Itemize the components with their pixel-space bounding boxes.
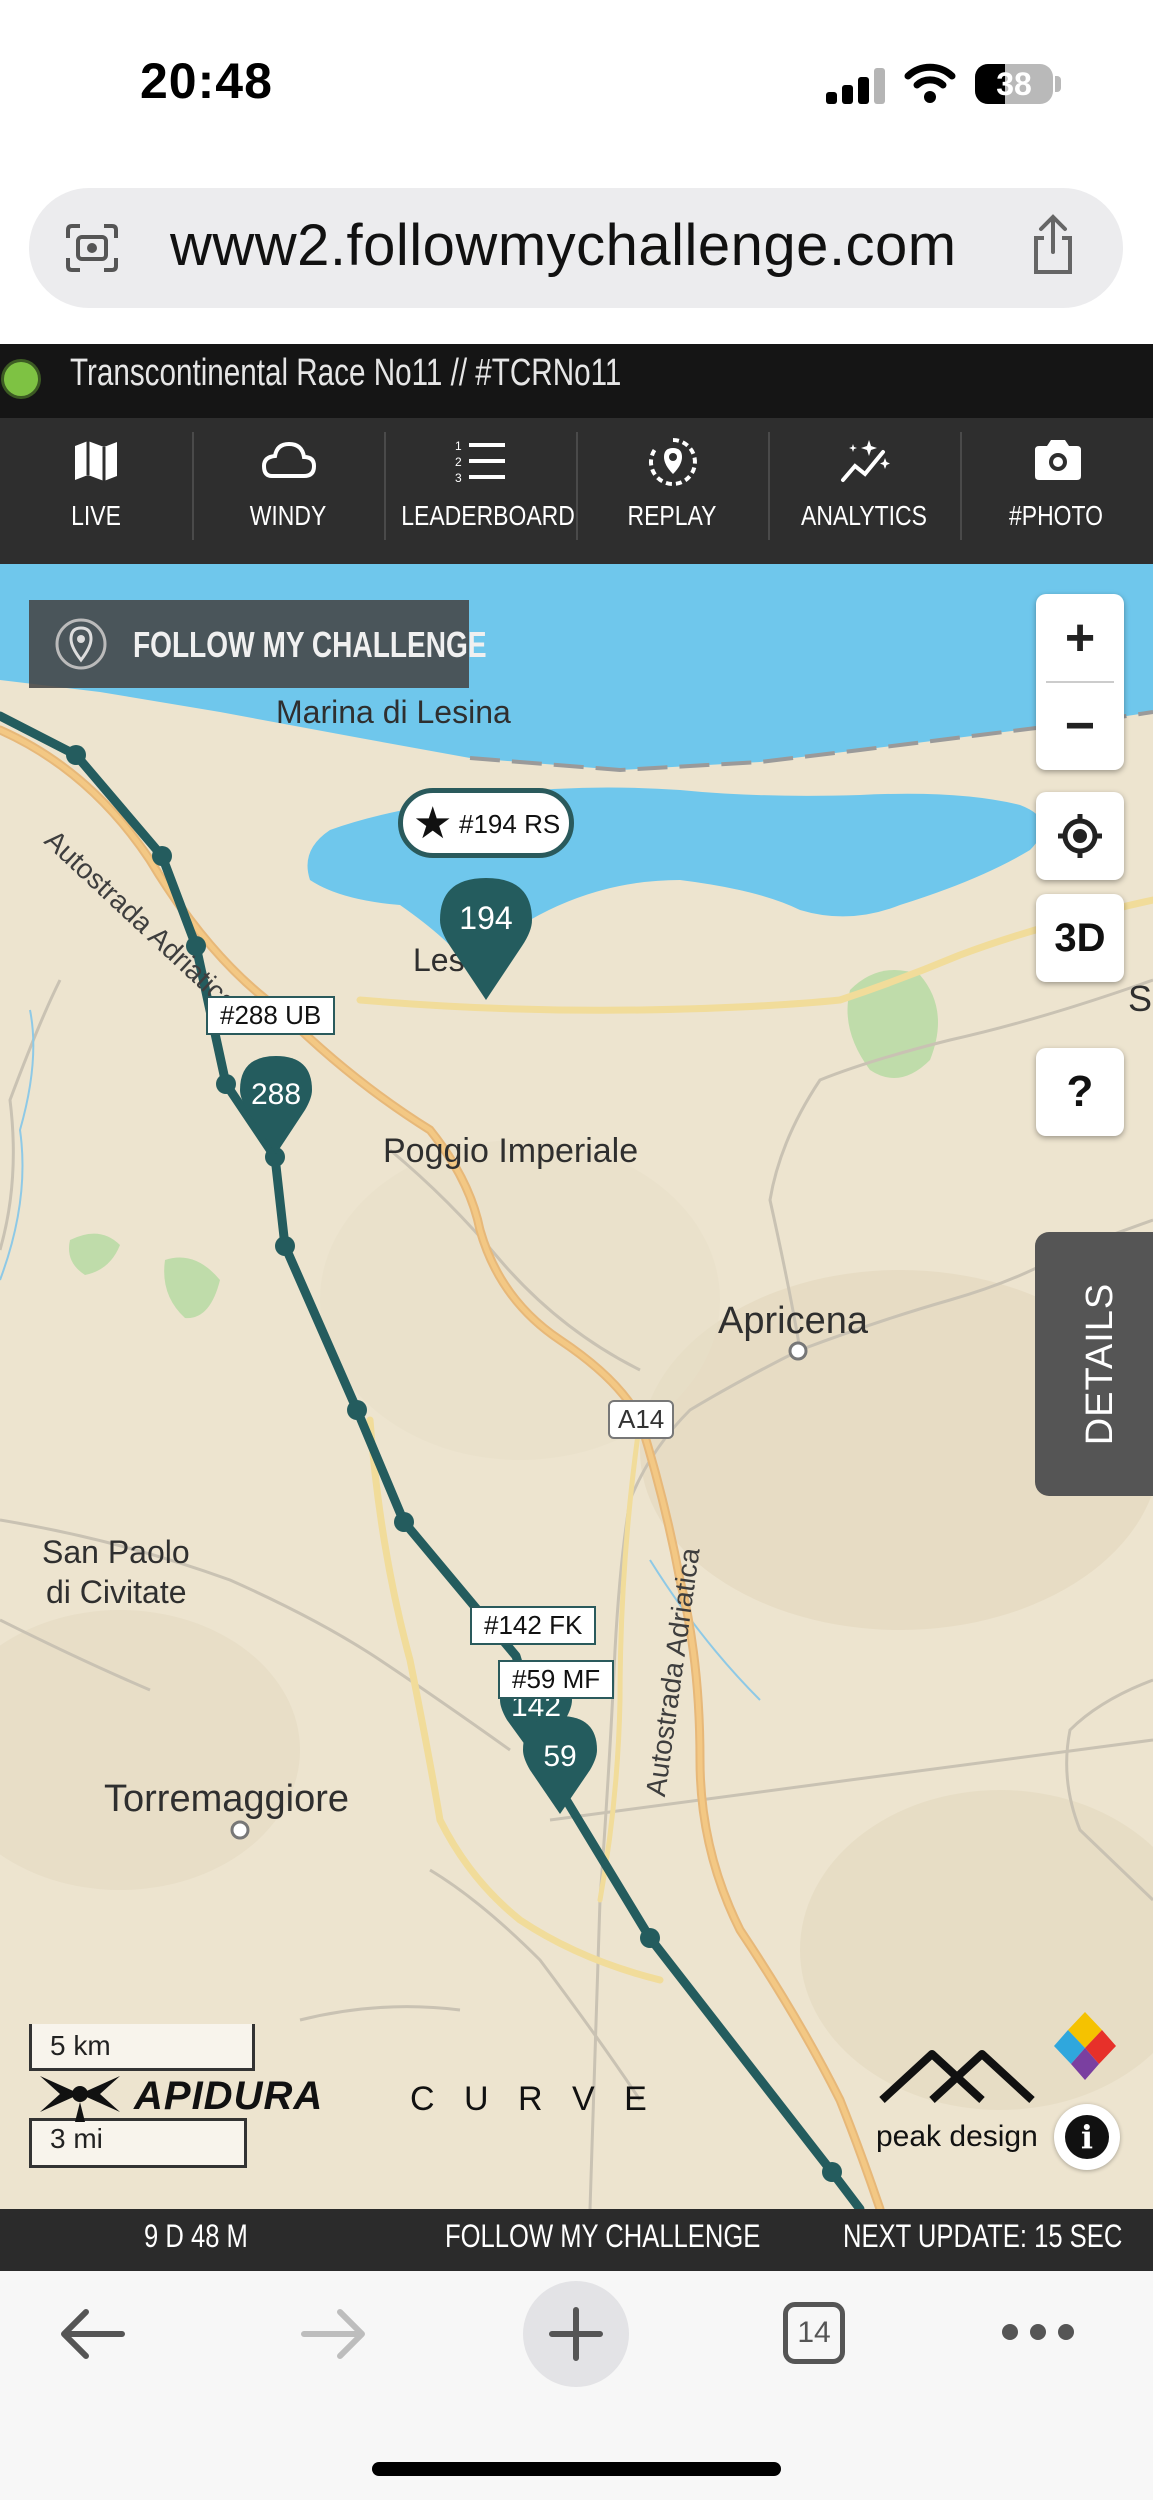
footer-elapsed: 9 D 48 M	[144, 2218, 248, 2254]
more-icon[interactable]	[1000, 2322, 1076, 2342]
peak-design-logo-icon	[879, 2050, 1035, 2103]
scale-mi-label: 3 mi	[50, 2123, 103, 2154]
url-text[interactable]: www2.followmychallenge.com	[170, 212, 957, 279]
nav-replay[interactable]: REPLAY	[576, 418, 768, 564]
replay-icon	[648, 438, 697, 486]
nav-live-label: LIVE	[71, 500, 121, 531]
rider-tag-194-label: #194 RS	[459, 809, 561, 839]
colorful-diamond-logo-icon	[1054, 2012, 1116, 2080]
nav-windy[interactable]: WINDY	[192, 418, 384, 564]
place-di-civitate: di Civitate	[46, 1574, 187, 1610]
camera-scan-icon[interactable]	[64, 222, 120, 274]
wifi-icon	[904, 63, 956, 103]
nav-photo-label: #PHOTO	[1009, 500, 1103, 531]
rider-tag-194[interactable]: ★ #194 RS	[398, 788, 574, 858]
list-icon: 1 2 3	[455, 439, 505, 485]
battery-icon: 38	[975, 64, 1053, 104]
zoom-in-button[interactable]: +	[1036, 598, 1124, 678]
place-poggio-imperiale: Poggio Imperiale	[383, 1132, 639, 1170]
battery-level: 38	[996, 66, 1032, 102]
rider-marker-288-number: 288	[250, 1078, 302, 1111]
plus-icon	[549, 2307, 603, 2361]
follow-my-challenge-logo[interactable]: FOLLOW MY CHALLENGE	[29, 600, 487, 688]
rider-tag-142[interactable]: #142 FK	[470, 1606, 597, 1645]
road-shield-a14: A14	[608, 1400, 675, 1439]
share-icon[interactable]	[1030, 214, 1076, 276]
cellular-signal-icon	[826, 68, 886, 104]
nav-replay-label: REPLAY	[627, 500, 717, 531]
nav-photo[interactable]: #PHOTO	[960, 418, 1152, 564]
forward-arrow-icon[interactable]	[298, 2306, 370, 2362]
locate-button[interactable]	[1036, 792, 1124, 880]
nav-analytics-label: ANALYTICS	[801, 500, 927, 531]
info-button[interactable]: i	[1054, 2104, 1120, 2170]
cloud-icon	[261, 441, 317, 478]
live-status-dot	[4, 362, 38, 396]
back-arrow-icon[interactable]	[56, 2306, 128, 2362]
place-torremaggiore: Torremaggiore	[104, 1778, 349, 1820]
footer-brand: FOLLOW MY CHALLENGE	[445, 2218, 761, 2254]
rider-tag-59[interactable]: #59 MF	[498, 1660, 615, 1699]
map-view[interactable]: FOLLOW MY CHALLENGE Marina di Lesina Les…	[0, 564, 1153, 2209]
apidura-logo-icon	[40, 2076, 120, 2122]
sponsor-peak-design: peak design	[876, 2120, 1038, 2153]
nav-leaderboard[interactable]: 1 2 3 LEADERBOARD	[384, 418, 576, 564]
nav-live[interactable]: LIVE	[0, 418, 192, 564]
zoom-control: + −	[1036, 594, 1124, 770]
place-edge-s: S	[1128, 978, 1153, 1019]
rider-marker-194-number: 194	[459, 900, 513, 936]
details-tab-label: DETAILS	[1079, 1282, 1121, 1446]
camera-icon	[1035, 440, 1081, 480]
new-tab-button[interactable]	[523, 2281, 629, 2387]
help-button[interactable]: ?	[1036, 1048, 1124, 1136]
rider-marker-194[interactable]	[438, 876, 534, 1004]
race-title: Transcontinental Race No11 // #TCRNo11	[70, 352, 622, 394]
svg-text:3: 3	[455, 471, 462, 485]
map-canvas[interactable]	[0, 564, 1153, 2209]
scale-bar-mi: 3 mi	[29, 2118, 247, 2168]
place-apricena: Apricena	[718, 1300, 868, 1342]
details-tab[interactable]: DETAILS	[1035, 1232, 1153, 1496]
map-icon	[75, 441, 117, 481]
location-pin-icon	[55, 618, 107, 670]
star-icon: ★	[413, 799, 453, 848]
nav-leaderboard-label: LEADERBOARD	[401, 500, 575, 531]
nav-windy-label: WINDY	[249, 500, 327, 531]
zoom-out-button[interactable]: −	[1036, 686, 1124, 766]
rider-marker-59-number: 59	[543, 1740, 577, 1773]
sparkles-icon	[841, 440, 890, 482]
scale-km-label: 5 km	[50, 2030, 111, 2061]
footer-next-update: NEXT UPDATE: 15 SEC	[843, 2218, 1123, 2254]
toggle-3d-button[interactable]: 3D	[1036, 894, 1124, 982]
nav-analytics[interactable]: ANALYTICS	[768, 418, 960, 564]
svg-text:1: 1	[455, 439, 462, 453]
place-san-paolo: San Paolo	[42, 1534, 190, 1570]
logo-text: FOLLOW MY CHALLENGE	[133, 624, 487, 665]
tabs-button[interactable]: 14	[783, 2302, 845, 2364]
crosshair-icon	[1058, 814, 1102, 858]
sponsor-curve: C U R V E	[410, 2080, 657, 2118]
status-time: 20:48	[140, 53, 273, 109]
home-indicator	[372, 2462, 781, 2476]
sponsor-apidura: APIDURA	[134, 2074, 324, 2118]
svg-text:2: 2	[455, 455, 462, 469]
info-icon: i	[1065, 2115, 1109, 2159]
tab-count: 14	[797, 2316, 831, 2349]
place-marina-di-lesina: Marina di Lesina	[276, 694, 511, 730]
rider-tag-288[interactable]: #288 UB	[206, 996, 336, 1035]
